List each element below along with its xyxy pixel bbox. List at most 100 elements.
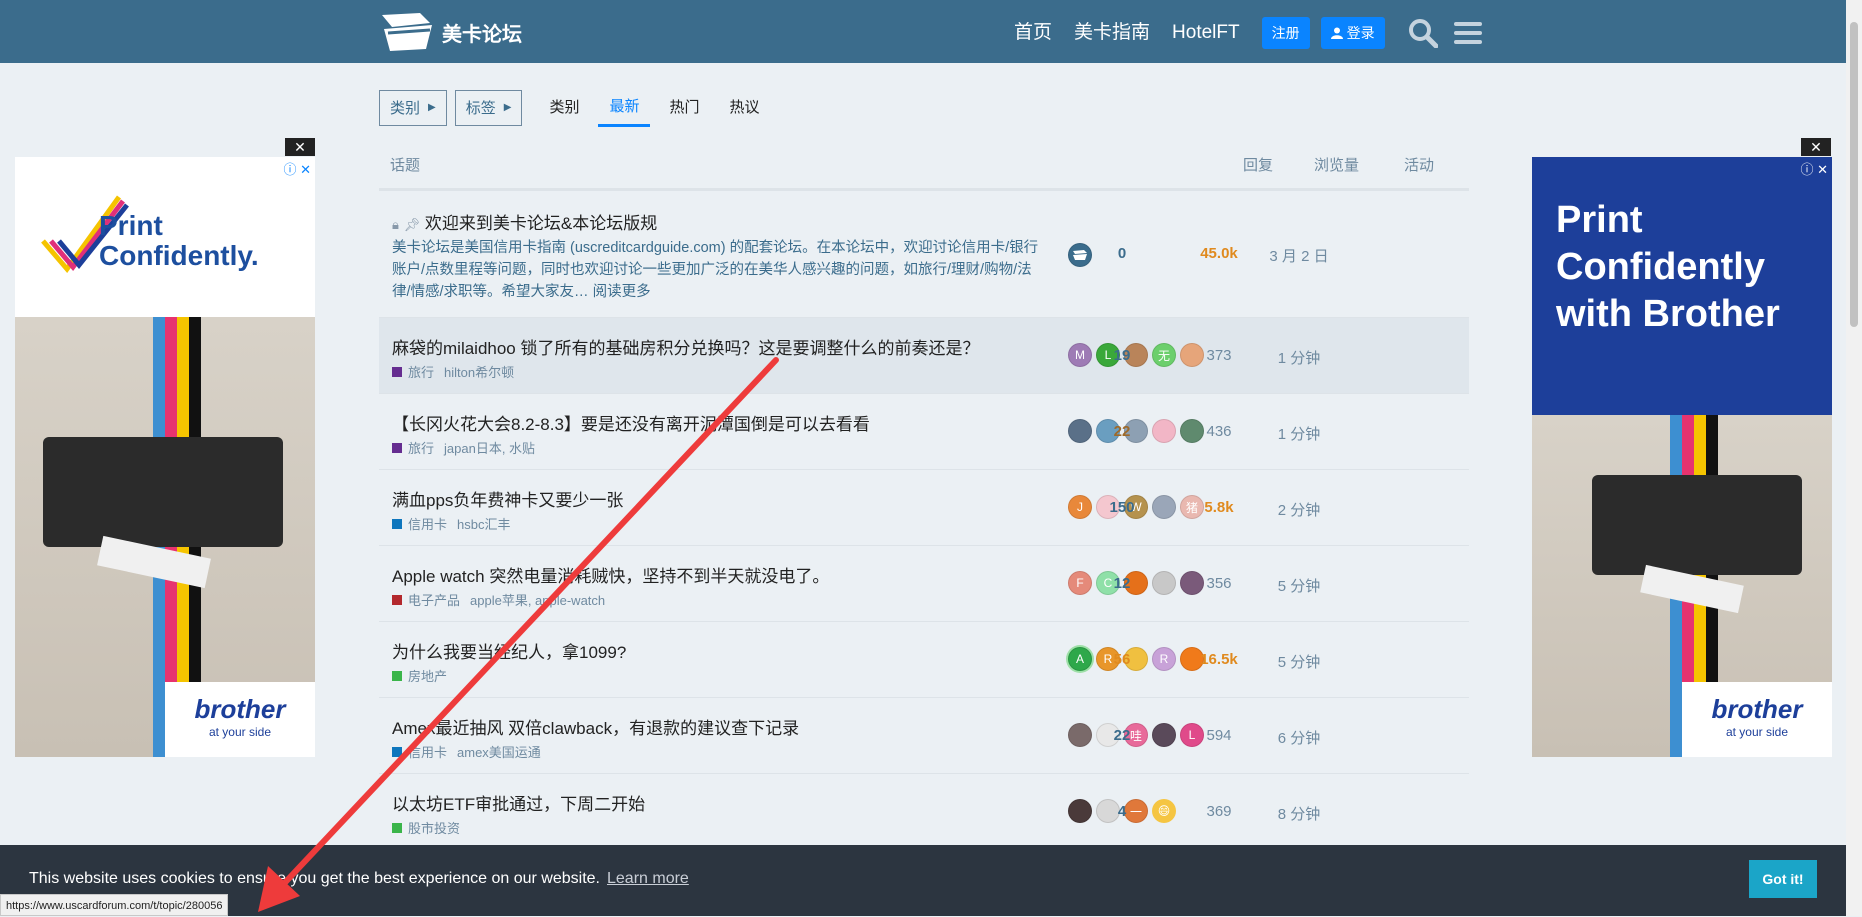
hamburger-menu-icon[interactable] <box>1453 20 1482 46</box>
topic-tags[interactable]: apple苹果, apple-watch <box>470 590 605 609</box>
activity-time[interactable]: 2 分钟 <box>1249 499 1349 520</box>
tab-latest[interactable]: 最新 <box>598 88 651 127</box>
activity-time[interactable]: 1 分钟 <box>1249 423 1349 444</box>
avatar[interactable]: M <box>1068 343 1092 367</box>
site-logo[interactable]: 美卡论坛 <box>380 11 522 53</box>
lock-icon: 🔒︎ <box>392 217 399 232</box>
cookie-accept-button[interactable]: Got it! <box>1749 860 1817 898</box>
table-row[interactable]: 满血pps负年费神卡又要少一张 信用卡 hsbc汇丰 J W 猪 150 5.8… <box>379 470 1469 546</box>
nav-home[interactable]: 首页 <box>1014 18 1052 48</box>
avatar[interactable] <box>1068 723 1092 747</box>
login-label: 登录 <box>1346 25 1375 41</box>
category-badge[interactable]: 信用卡 <box>408 742 447 761</box>
search-icon[interactable] <box>1408 18 1438 48</box>
reply-count[interactable]: 56 <box>1092 651 1152 668</box>
reply-count[interactable]: 4 <box>1092 803 1152 820</box>
reply-count[interactable]: 19 <box>1092 347 1152 364</box>
category-color <box>392 442 402 453</box>
category-badge[interactable]: 房地产 <box>408 666 447 685</box>
avatar[interactable] <box>1068 243 1092 267</box>
activity-time[interactable]: 6 分钟 <box>1249 727 1349 748</box>
table-row[interactable]: Apple watch 突然电量消耗贼快，坚持不到半天就没电了。 电子产品 ap… <box>379 546 1469 622</box>
topic-title[interactable]: 麻袋的milaidhoo 锁了所有的基础房积分兑换吗？这是要调整什么的前奏还是？ <box>392 334 980 359</box>
table-row[interactable]: Amex最近抽风 双倍clawback，有退款的建议查下记录 信用卡 amex美… <box>379 698 1469 774</box>
topic-title[interactable]: 为什么我要当经纪人，拿1099? <box>392 638 626 663</box>
brother-logo: brother at your side <box>165 682 315 757</box>
tab-top[interactable]: 热议 <box>718 89 770 127</box>
scrollbar-thumb[interactable] <box>1850 22 1858 327</box>
table-row[interactable]: 麻袋的milaidhoo 锁了所有的基础房积分兑换吗？这是要调整什么的前奏还是？… <box>379 318 1469 394</box>
ad-close-button-right[interactable]: ✕ <box>1801 138 1831 156</box>
topic-title[interactable]: 🔒︎ 📌︎ 欢迎来到美卡论坛&本论坛版规 <box>392 209 657 234</box>
category-badge[interactable]: 旅行 <box>408 362 434 381</box>
login-button[interactable]: 登录 <box>1320 17 1385 49</box>
activity-time[interactable]: 8 分钟 <box>1249 803 1349 824</box>
tag-dropdown[interactable]: 标签 ▶ <box>454 89 523 126</box>
browser-status-url: https://www.uscardforum.com/t/topic/2800… <box>0 894 229 916</box>
ad-banner-left[interactable]: ⓘ ✕ Print Confidently. brother at your s… <box>15 157 315 757</box>
avatar[interactable]: J <box>1068 495 1092 519</box>
ad-info-icon[interactable]: ⓘ ✕ <box>1800 159 1828 178</box>
col-replies[interactable]: 回复 <box>1243 154 1273 175</box>
topic-excerpt[interactable]: 美卡论坛是美国信用卡指南 (uscreditcardguide.com) 的配套… <box>392 237 1042 303</box>
caret-right-icon: ▶ <box>428 102 436 113</box>
topic-tags[interactable]: hilton希尔顿 <box>444 362 514 381</box>
table-row[interactable]: 🔒︎ 📌︎ 欢迎来到美卡论坛&本论坛版规 美卡论坛是美国信用卡指南 (uscre… <box>379 191 1469 318</box>
tab-categories[interactable]: 类别 <box>538 89 590 127</box>
nav-hotelft[interactable]: HotelFT <box>1172 18 1240 48</box>
tab-hot[interactable]: 热门 <box>658 89 710 127</box>
category-badge[interactable]: 旅行 <box>408 438 434 457</box>
reply-count[interactable]: 0 <box>1092 245 1152 262</box>
register-button[interactable]: 注册 <box>1261 17 1310 49</box>
activity-time[interactable]: 3 月 2 日 <box>1249 245 1349 266</box>
page-scrollbar[interactable] <box>1846 0 1862 916</box>
table-row[interactable]: 【长冈火花大会8.2-8.3】要是还没有离开泥潭国倒是可以去看看 旅行 japa… <box>379 394 1469 470</box>
ad-info-icon[interactable]: ⓘ ✕ <box>283 159 311 178</box>
topic-tags[interactable]: japan日本, 水贴 <box>444 438 535 457</box>
site-header: 美卡论坛 首页 美卡指南 HotelFT 注册 登录 <box>0 0 1846 63</box>
table-row[interactable]: 为什么我要当经纪人，拿1099? 房地产 A R R 56 16.5k 5 分钟 <box>379 622 1469 698</box>
topic-meta: 电子产品 apple苹果, apple-watch <box>392 590 605 609</box>
category-color <box>392 518 402 529</box>
avatar[interactable] <box>1068 799 1092 823</box>
filter-nav: 类别 ▶ 标签 ▶ 类别 最新 热门 热议 <box>379 88 771 127</box>
col-activity[interactable]: 活动 <box>1404 154 1434 175</box>
topic-title[interactable]: 【长冈火花大会8.2-8.3】要是还没有离开泥潭国倒是可以去看看 <box>392 410 870 435</box>
topic-title[interactable]: Amex最近抽风 双倍clawback，有退款的建议查下记录 <box>392 714 799 739</box>
reply-count[interactable]: 22 <box>1092 423 1152 440</box>
reply-count[interactable]: 12 <box>1092 575 1152 592</box>
caret-right-icon: ▶ <box>503 102 512 113</box>
topic-title[interactable]: Apple watch 突然电量消耗贼快，坚持不到半天就没电了。 <box>392 562 829 587</box>
topic-title[interactable]: 以太坊ETF审批通过，下周二开始 <box>392 790 645 815</box>
col-topic[interactable]: 话题 <box>390 154 420 175</box>
avatar[interactable]: A <box>1068 647 1092 671</box>
activity-time[interactable]: 5 分钟 <box>1249 575 1349 596</box>
col-views[interactable]: 浏览量 <box>1314 154 1359 175</box>
activity-time[interactable]: 5 分钟 <box>1249 651 1349 672</box>
topic-tags[interactable]: hsbc汇丰 <box>457 514 510 533</box>
avatar[interactable] <box>1068 419 1092 443</box>
category-badge[interactable]: 信用卡 <box>408 514 447 533</box>
category-badge[interactable]: 股市投资 <box>408 818 460 837</box>
cookie-learn-more-link[interactable]: Learn more <box>607 870 689 888</box>
brother-logo: brother at your side <box>1682 682 1832 757</box>
category-dropdown[interactable]: 类别 ▶ <box>379 89 447 126</box>
activity-time[interactable]: 1 分钟 <box>1249 347 1349 368</box>
topic-meta: 股市投资 <box>392 818 460 837</box>
topic-meta: 信用卡 hsbc汇丰 <box>392 514 510 533</box>
reply-count[interactable]: 150 <box>1092 499 1152 516</box>
topic-title[interactable]: 满血pps负年费神卡又要少一张 <box>392 486 623 511</box>
topic-tags[interactable]: amex美国运通 <box>457 742 541 761</box>
avatar[interactable]: F <box>1068 571 1092 595</box>
topic-meta: 旅行 japan日本, 水贴 <box>392 438 535 457</box>
nav-guide[interactable]: 美卡指南 <box>1074 18 1150 48</box>
topic-meta: 信用卡 amex美国运通 <box>392 742 541 761</box>
reply-count[interactable]: 22 <box>1092 727 1152 744</box>
category-badge[interactable]: 电子产品 <box>408 590 460 609</box>
table-row[interactable]: 以太坊ETF审批通过，下周二开始 股市投资 一 😄 4 369 8 分钟 <box>379 774 1469 850</box>
header-nav: 首页 美卡指南 HotelFT 注册 登录 <box>1014 17 1482 49</box>
ad-banner-right[interactable]: ⓘ ✕ Print Confidently with Brother broth… <box>1532 157 1832 757</box>
ad-close-button-left[interactable]: ✕ <box>285 138 315 156</box>
cookie-message: This website uses cookies to ensure you … <box>29 870 600 887</box>
cookie-banner: This website uses cookies to ensure you … <box>0 845 1846 916</box>
